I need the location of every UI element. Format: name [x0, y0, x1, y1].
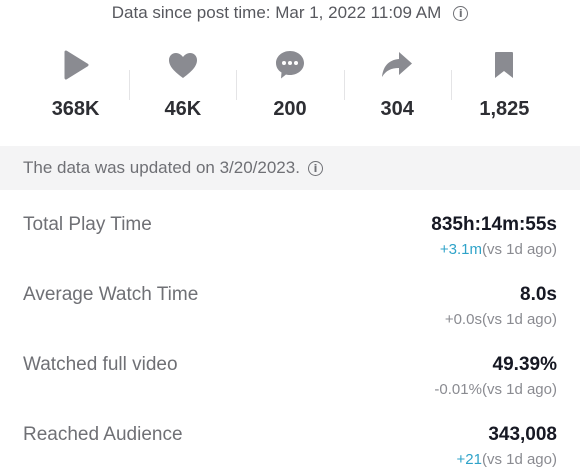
update-notice-bar: The data was updated on 3/20/2023. i [0, 146, 580, 190]
video-analytics-panel: Data since post time: Mar 1, 2022 11:09 … [0, 0, 580, 475]
stat-watched-full-video: Watched full video 49.39% -0.01%(vs 1d a… [0, 354, 580, 414]
stat-total-play-time: Total Play Time 835h:14m:55s +3.1m(vs 1d… [0, 214, 580, 274]
views-count: 368K [51, 98, 100, 120]
stat-value: 343,008 [488, 424, 557, 445]
stat-value: 835h:14m:55s [431, 214, 557, 235]
delta-amount: -0.01% [434, 381, 482, 398]
metric-saves: 1,825 [450, 44, 558, 124]
delta-suffix: (vs 1d ago) [481, 311, 557, 328]
comments-count: 200 [273, 98, 307, 120]
delta-amount: +21 [456, 451, 482, 468]
bookmark-icon [493, 46, 515, 84]
post-time-header: Data since post time: Mar 1, 2022 11:09 … [0, 3, 580, 23]
stat-label: Watched full video [23, 354, 178, 375]
info-icon[interactable]: i [307, 160, 323, 176]
delta-suffix: (vs 1d ago) [481, 241, 557, 258]
delta-suffix: (vs 1d ago) [481, 451, 557, 468]
stat-delta: +3.1m(vs 1d ago) [440, 241, 557, 258]
comment-icon [275, 46, 305, 84]
stat-delta: +0.0s(vs 1d ago) [445, 311, 557, 328]
stat-label: Average Watch Time [23, 284, 199, 305]
play-icon [63, 46, 89, 84]
engagement-metrics: 368K 46K 200 304 1,825 [22, 44, 558, 124]
shares-count: 304 [380, 98, 414, 120]
stat-delta: +21(vs 1d ago) [457, 451, 558, 468]
metric-comments: 200 [236, 44, 343, 124]
metric-shares: 304 [343, 44, 451, 124]
stat-label: Reached Audience [23, 424, 183, 445]
share-icon [381, 46, 413, 84]
delta-amount: +3.1m [439, 241, 482, 258]
delta-suffix: (vs 1d ago) [481, 381, 557, 398]
stat-label: Total Play Time [23, 214, 152, 235]
info-icon[interactable]: i [453, 5, 469, 21]
stat-value: 8.0s [520, 284, 557, 305]
metric-views: 368K [22, 44, 129, 124]
post-time-text: Data since post time: Mar 1, 2022 11:09 … [111, 3, 442, 22]
heart-icon [168, 46, 198, 84]
stat-average-watch-time: Average Watch Time 8.0s +0.0s(vs 1d ago) [0, 284, 580, 344]
metric-likes: 46K [129, 44, 236, 124]
delta-amount: +0.0s [444, 311, 482, 328]
stat-delta: -0.01%(vs 1d ago) [434, 381, 557, 398]
stat-value: 49.39% [492, 354, 557, 375]
update-notice-text: The data was updated on 3/20/2023. [23, 158, 300, 177]
saves-count: 1,825 [479, 98, 530, 120]
likes-count: 46K [164, 98, 202, 120]
stat-reached-audience: Reached Audience 343,008 +21(vs 1d ago) [0, 424, 580, 475]
